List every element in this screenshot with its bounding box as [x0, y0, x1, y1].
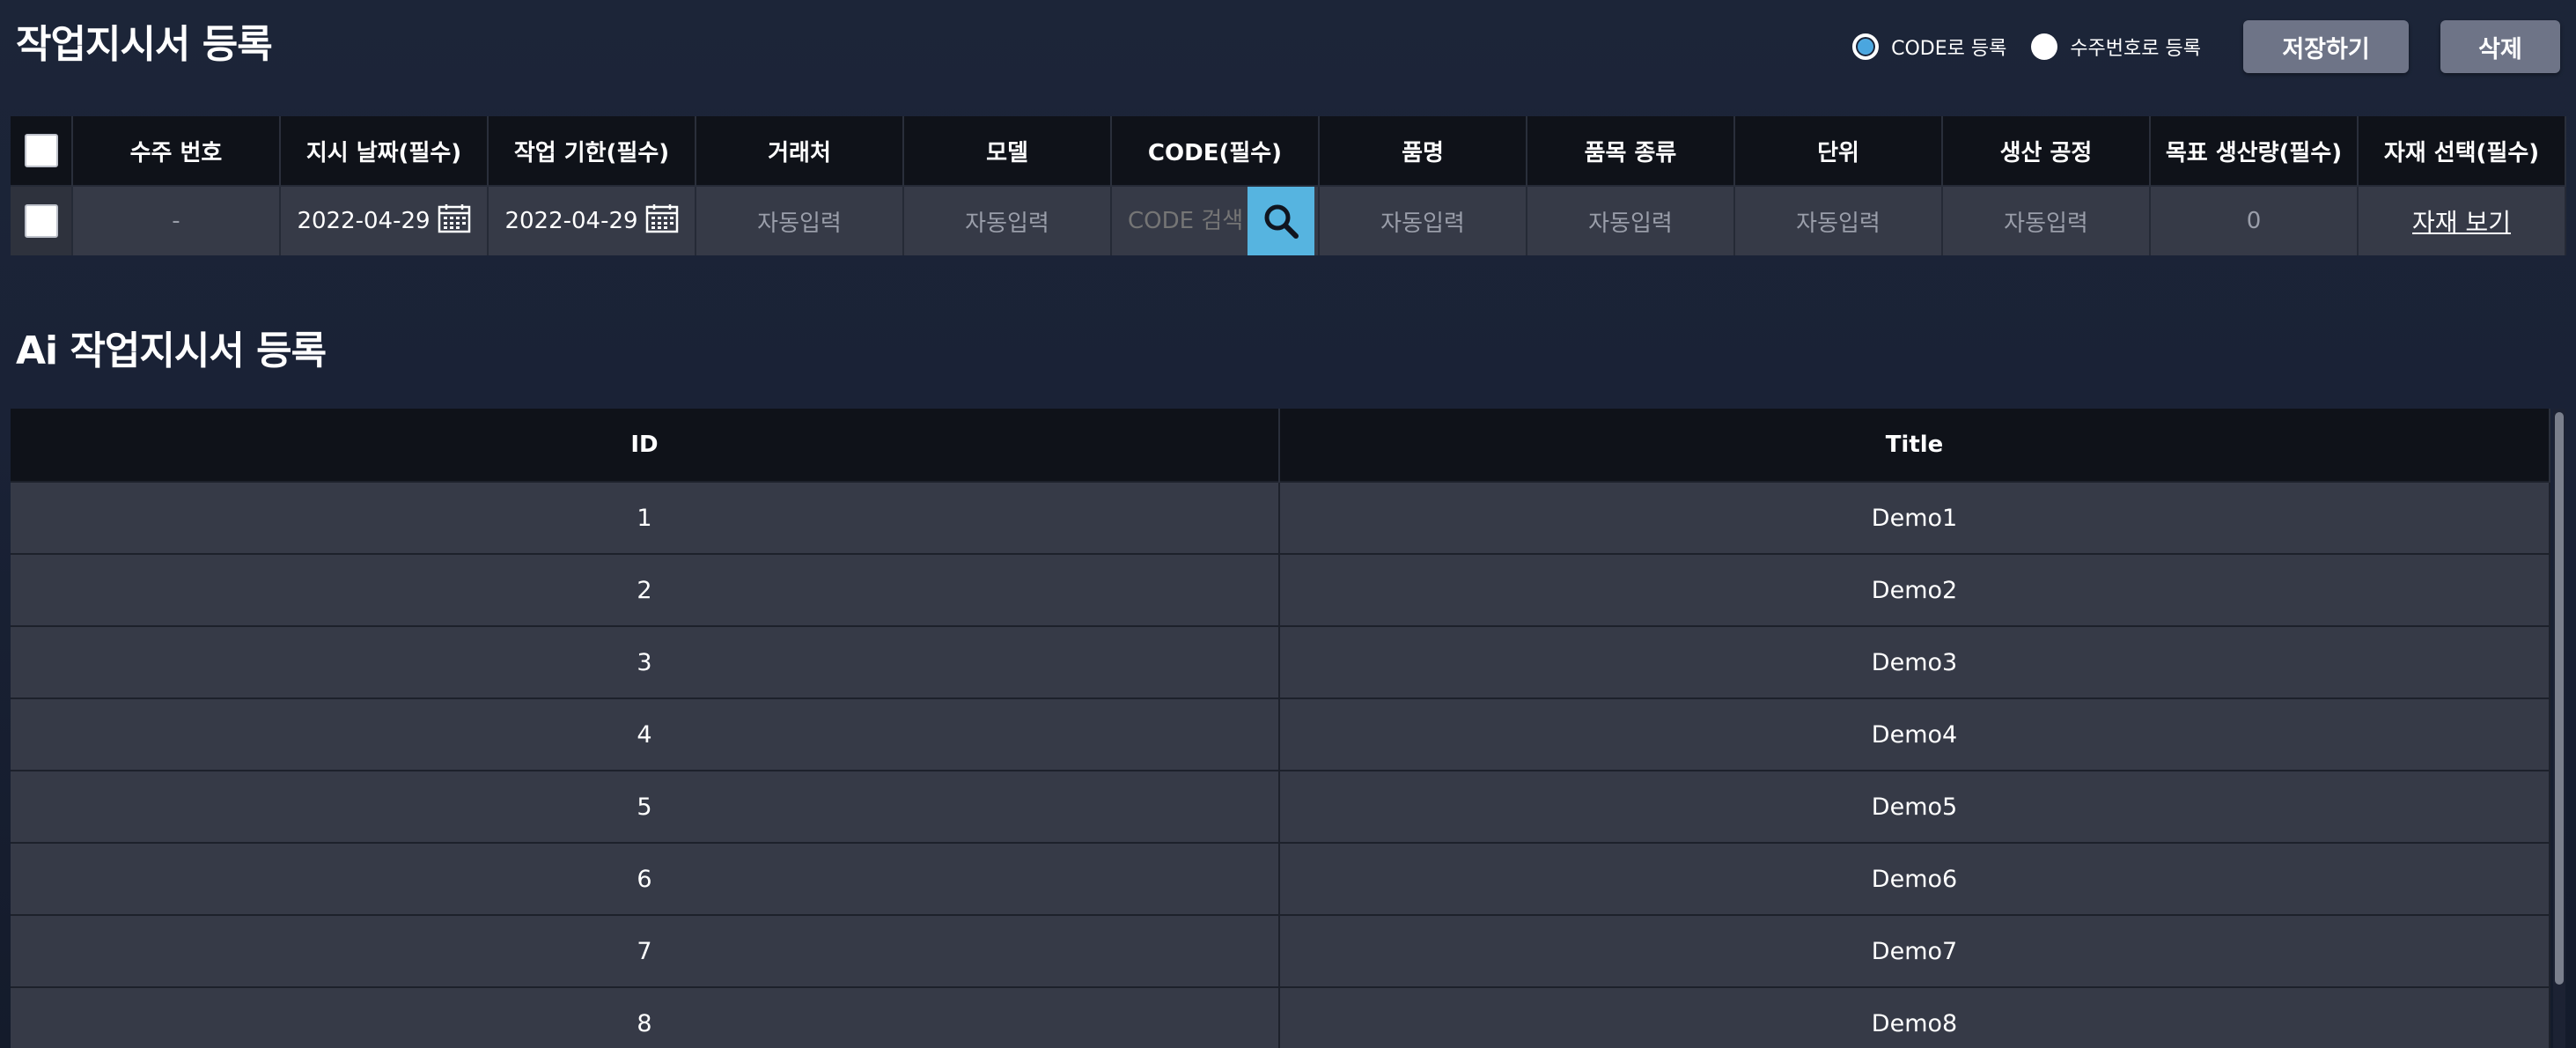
header-material: 자재 선택(필수): [2358, 116, 2566, 186]
save-button[interactable]: 저장하기: [2243, 20, 2409, 73]
code-search-input[interactable]: [1112, 188, 1249, 255]
row-id: 1: [11, 481, 1280, 554]
table-row[interactable]: 6 Demo6: [11, 842, 2550, 915]
table-row[interactable]: 3 Demo3: [11, 625, 2550, 698]
delete-button[interactable]: 삭제: [2440, 20, 2560, 73]
table-row[interactable]: 1 Demo1: [11, 481, 2550, 554]
deadline-value: 2022-04-29: [504, 207, 638, 234]
row-id: 7: [11, 914, 1280, 987]
table-row[interactable]: 5 Demo5: [11, 770, 2550, 843]
header-item-type: 품목 종류: [1527, 116, 1735, 186]
select-all-checkbox[interactable]: [24, 134, 58, 167]
select-all-header: [11, 116, 73, 186]
deadline-field[interactable]: 2022-04-29: [488, 185, 696, 255]
calendar-icon[interactable]: [438, 203, 471, 240]
item-type-field: 자동입력: [1527, 185, 1735, 255]
search-icon: [1264, 204, 1299, 239]
calendar-icon[interactable]: [645, 203, 679, 240]
header-instruction-date: 지시 날짜(필수): [280, 116, 489, 186]
table-row[interactable]: 2 Demo2: [11, 553, 2550, 626]
header-model: 모델: [903, 116, 1112, 186]
product-name-field: 자동입력: [1319, 185, 1527, 255]
row-select-cell: [11, 185, 73, 255]
row-id: 2: [11, 553, 1280, 626]
material-cell: 자재 보기: [2358, 185, 2566, 255]
instruction-date-field[interactable]: 2022-04-29: [280, 185, 489, 255]
header-target-qty: 목표 생산량(필수): [2150, 116, 2359, 186]
instruction-date-value: 2022-04-29: [297, 207, 431, 234]
header-title: Title: [1279, 409, 2550, 482]
header-deadline: 작업 기한(필수): [488, 116, 696, 186]
client-field: 자동입력: [696, 185, 904, 255]
row-title: Demo7: [1279, 914, 2550, 987]
header-unit: 단위: [1734, 116, 1943, 186]
ai-work-order-table: ID Title 1 Demo1 2 Demo2 3 Demo3 4 Demo4 5 De…: [11, 409, 2550, 1048]
radio-order-label: 수주번호로 등록: [2070, 38, 2201, 60]
header-process: 생산 공정: [1942, 116, 2151, 186]
scrollbar[interactable]: [2553, 409, 2565, 1048]
toolbar: CODE로 등록 수주번호로 등록 저장하기 삭제: [1852, 19, 2560, 74]
table-row[interactable]: 4 Demo4: [11, 697, 2550, 771]
row-title: Demo8: [1279, 986, 2550, 1048]
target-qty-field[interactable]: 0: [2150, 185, 2359, 255]
ai-section-title: Ai 작업지시서 등록: [16, 328, 327, 373]
header-code: CODE(필수): [1111, 116, 1320, 186]
header-product-name: 품명: [1319, 116, 1527, 186]
form-row: - 2022-04-29 2022-04-29 자동입력 자동입력 자동입력 자…: [11, 185, 2566, 255]
row-title: Demo2: [1279, 553, 2550, 626]
row-title: Demo5: [1279, 770, 2550, 843]
header-client: 거래처: [696, 116, 904, 186]
row-title: Demo3: [1279, 625, 2550, 698]
header-order-no: 수주 번호: [72, 116, 281, 186]
page-title: 작업지시서 등록: [16, 22, 273, 67]
row-id: 8: [11, 986, 1280, 1048]
row-id: 5: [11, 770, 1280, 843]
work-order-form-table: 수주 번호 지시 날짜(필수) 작업 기한(필수) 거래처 모델 CODE(필수…: [11, 116, 2566, 255]
row-id: 6: [11, 842, 1280, 915]
radio-order-number[interactable]: [2031, 33, 2058, 60]
scrollbar-thumb[interactable]: [2555, 412, 2564, 985]
model-field: 자동입력: [903, 185, 1112, 255]
code-search-button[interactable]: [1248, 188, 1314, 255]
row-id: 3: [11, 625, 1280, 698]
code-cell: [1111, 185, 1320, 255]
row-id: 4: [11, 697, 1280, 771]
row-title: Demo1: [1279, 481, 2550, 554]
radio-code[interactable]: [1852, 33, 1880, 60]
unit-field: 자동입력: [1734, 185, 1943, 255]
table-row[interactable]: 7 Demo7: [11, 914, 2550, 987]
table-row[interactable]: 8 Demo8: [11, 986, 2550, 1048]
radio-code-label: CODE로 등록: [1891, 38, 2007, 60]
header-id: ID: [11, 409, 1280, 482]
order-no-cell: -: [72, 185, 281, 255]
radio-order-option[interactable]: 수주번호로 등록: [2031, 33, 2201, 61]
row-title: Demo6: [1279, 842, 2550, 915]
radio-code-option[interactable]: CODE로 등록: [1852, 33, 2006, 61]
ai-work-order-list[interactable]: ID Title 1 Demo1 2 Demo2 3 Demo3 4 Demo4 5 De…: [11, 409, 2565, 1048]
view-material-link[interactable]: 자재 보기: [2412, 208, 2511, 237]
row-checkbox[interactable]: [24, 204, 58, 238]
row-title: Demo4: [1279, 697, 2550, 771]
process-field: 자동입력: [1942, 185, 2151, 255]
